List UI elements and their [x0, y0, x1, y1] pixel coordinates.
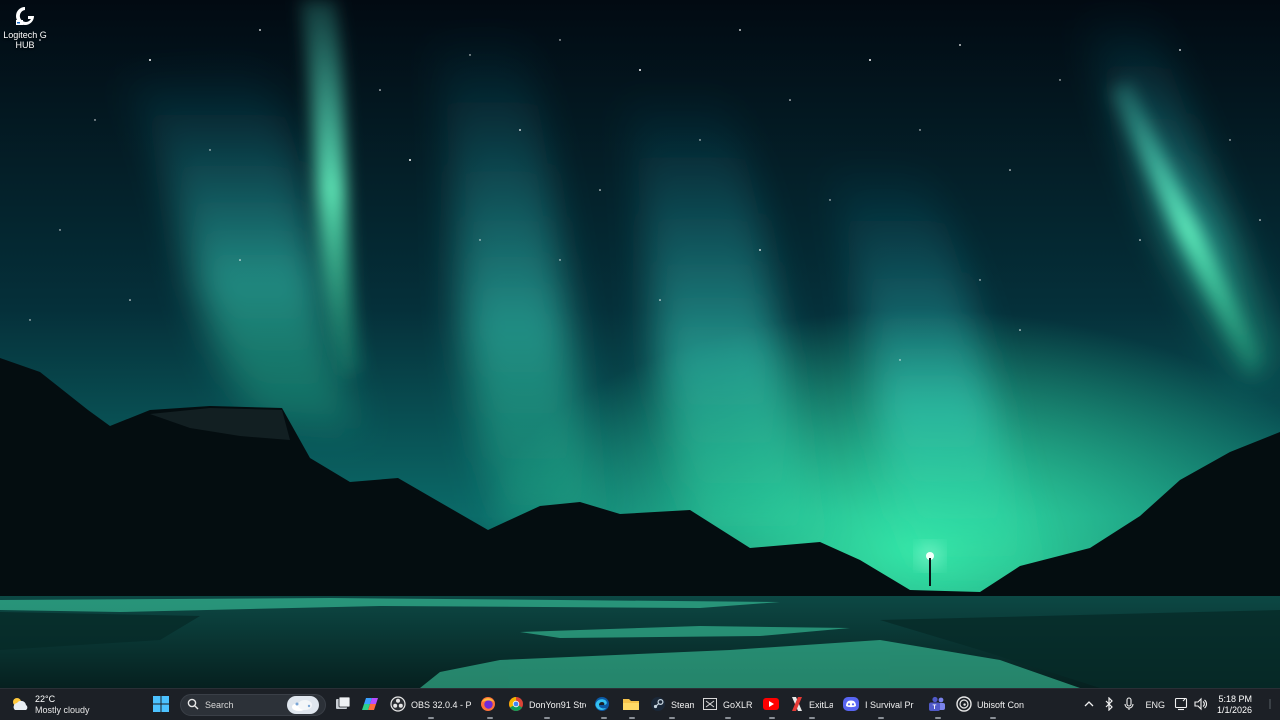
exitlag-icon	[790, 696, 804, 714]
microphone-tray-button[interactable]	[1119, 691, 1139, 719]
taskbar-center: Search OBS 32.0.4 - P DonYon91 Str Steam…	[148, 689, 1034, 720]
copilot-button[interactable]	[358, 691, 386, 719]
bluetooth-icon	[1104, 696, 1114, 713]
search-icon	[187, 698, 199, 712]
system-tray: ENG 5:18 PM 1/1/2026	[1079, 689, 1280, 720]
firefox-icon	[480, 696, 496, 714]
desktop-icon-label: Logitech G HUB	[3, 30, 47, 50]
discord-icon	[842, 696, 860, 714]
obs-icon	[390, 696, 406, 714]
network-tray-button[interactable]	[1171, 691, 1191, 719]
youtube-icon	[762, 697, 780, 713]
weather-widget[interactable]: 22°C Mostly cloudy	[10, 693, 90, 717]
microphone-icon	[1124, 697, 1134, 713]
desktop-icon-logitech-g-hub[interactable]: Logitech G HUB	[2, 4, 48, 50]
taskbar-app-label: GoXLR Ap	[723, 700, 754, 710]
network-ethernet-icon	[1174, 697, 1188, 713]
task-view-button[interactable]	[330, 691, 358, 719]
show-hidden-icons-button[interactable]	[1079, 691, 1099, 719]
taskbar-app-chrome[interactable]: DonYon91 Strea	[504, 691, 590, 719]
taskbar-app-youtube[interactable]	[758, 691, 786, 719]
desktop-wallpaper	[0, 0, 1280, 688]
cloud-sun-icon	[10, 696, 30, 714]
volume-icon	[1194, 697, 1208, 713]
taskbar-app-file-explorer[interactable]	[618, 691, 646, 719]
taskbar-app-label: DonYon91 Strea	[529, 700, 586, 710]
volume-tray-button[interactable]	[1191, 691, 1211, 719]
chrome-icon	[508, 696, 524, 714]
clock-time: 5:18 PM	[1218, 694, 1252, 704]
taskbar-app-steam[interactable]: Steam	[646, 691, 698, 719]
weather-condition: Mostly cloudy	[35, 705, 90, 715]
taskbar-app-label: OBS 32.0.4 - Pro	[411, 700, 471, 710]
notification-bell-icon	[1266, 698, 1274, 712]
chevron-up-icon	[1084, 700, 1094, 710]
taskbar-app-goxlr[interactable]: GoXLR Ap	[698, 691, 758, 719]
weather-temperature: 22°C	[35, 694, 56, 704]
copilot-icon	[362, 695, 380, 715]
ubisoft-icon	[956, 696, 972, 714]
taskbar-app-exitlag[interactable]: ExitLag	[786, 691, 838, 719]
clock-button[interactable]: 5:18 PM 1/1/2026	[1211, 694, 1260, 716]
steam-icon	[650, 696, 666, 714]
taskbar: 22°C Mostly cloudy Search OBS 32.0.4 - P…	[0, 688, 1280, 720]
taskbar-app-label: I Survival Pr	[865, 700, 914, 710]
input-language-button[interactable]: ENG	[1139, 691, 1171, 719]
start-button[interactable]	[148, 691, 176, 719]
taskbar-app-label: ExitLag	[809, 700, 833, 710]
taskbar-app-ubisoft[interactable]: Ubisoft Con	[952, 691, 1034, 719]
clock-date: 1/1/2026	[1216, 705, 1252, 715]
svg-text:T: T	[933, 705, 937, 711]
search-highlight-icon	[287, 696, 319, 714]
taskbar-app-label: Ubisoft Con	[977, 700, 1025, 710]
teams-icon: T	[928, 696, 946, 714]
search-placeholder: Search	[205, 700, 234, 710]
edge-icon	[594, 696, 610, 714]
logitech-g-hub-icon	[13, 4, 37, 28]
input-language-label: ENG	[1145, 700, 1165, 710]
goxlr-icon	[702, 696, 718, 714]
taskbar-app-teams[interactable]: T	[924, 691, 952, 719]
task-view-icon	[334, 695, 352, 715]
bluetooth-tray-button[interactable]	[1099, 691, 1119, 719]
windows-start-icon	[152, 695, 170, 715]
notifications-button[interactable]	[1260, 691, 1280, 719]
taskbar-app-discord[interactable]: I Survival Pr	[838, 691, 924, 719]
folder-icon	[622, 696, 640, 714]
aurora-wallpaper-image	[0, 0, 1280, 688]
taskbar-app-label: Steam	[671, 700, 694, 710]
taskbar-app-obs[interactable]: OBS 32.0.4 - Pro	[386, 691, 476, 719]
taskbar-search[interactable]: Search	[180, 694, 326, 716]
taskbar-app-edge[interactable]	[590, 691, 618, 719]
taskbar-app-firefox[interactable]	[476, 691, 504, 719]
